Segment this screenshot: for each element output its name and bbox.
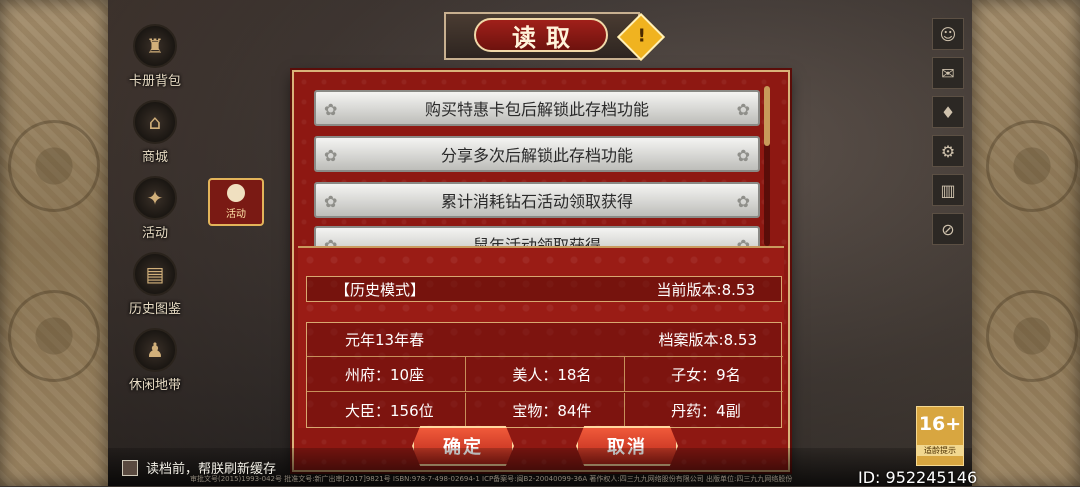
save-info-panel: 【历史模式】 当前版本:8.53 元年13年春 档案版本:8.53 州府：10座… [298,246,784,428]
save-slot-2[interactable]: ✿ 分享多次后解锁此存档功能 ✿ [314,136,760,172]
history-book-icon: ▤ [133,252,177,296]
save-version: 档案版本:8.53 [658,331,757,349]
dragon-emblem-icon [8,120,100,212]
cloud-ornament-icon: ✿ [324,236,338,246]
left-decor-panel [0,0,114,486]
stat-cell: 丹药：4副 [624,393,783,427]
save-slot-list[interactable]: ✿ 购买特惠卡包后解锁此存档功能 ✿ ✿ 分享多次后解锁此存档功能 ✿ ✿ 累计… [294,72,788,246]
hide-icon[interactable]: ⊘ [932,213,964,245]
leisure-icon: ♟ [133,328,177,372]
age-rating-badge[interactable]: 16+ 适龄提示 [916,406,964,466]
cloud-ornament-icon: ✿ [736,100,750,119]
cloud-ornament-icon: ✿ [736,146,750,165]
menu-item-history[interactable]: ▤ 历史图鉴 [110,252,200,317]
gift-icon[interactable]: ▥ [932,174,964,206]
menu-item-shop[interactable]: ⌂ 商城 [110,100,200,165]
save-slot-4[interactable]: ✿ 鼠年活动领取获得 ✿ [314,226,760,246]
table-row: 大臣：156位 宝物：84件 丹药：4副 [307,393,783,427]
legal-fine-print: 审批文号(2015)1993-042号 批准文号:新广出审[2017]9821号… [190,475,793,483]
stat-cell: 州府：10座 [345,365,425,384]
current-version: 当前版本:8.53 [656,280,755,299]
dragon-emblem-icon [8,290,100,382]
card-pack-icon: ♜ [133,24,177,68]
table-row: 州府：10座 美人：18名 子女：9名 [307,357,783,392]
save-date: 元年13年春 [345,331,425,349]
title-plate: 读取 [444,12,640,60]
event-icon: ✦ [133,176,177,220]
cloud-ornament-icon: ✿ [324,192,338,211]
cloud-ornament-icon: ✿ [324,100,338,119]
stat-cell: 大臣：156位 [345,401,434,420]
stat-cell: 子女：9名 [624,357,783,391]
user-id: ID: 952245146 [858,468,978,487]
page-title: 读取 [474,18,608,52]
save-details-table: 元年13年春 档案版本:8.53 州府：10座 美人：18名 子女：9名 大臣：… [306,322,783,428]
settings-gear-icon[interactable]: ⚙ [932,135,964,167]
stat-cell: 宝物：84件 [465,393,624,427]
event-tab[interactable]: 活动 [208,178,264,226]
user-icon[interactable]: ☺ [932,18,964,50]
event-tab-icon [227,184,245,202]
notice-icon[interactable]: ♦ [932,96,964,128]
menu-item-card-pack[interactable]: ♜ 卡册背包 [110,24,200,89]
mode-label: 【历史模式】 [335,280,426,299]
menu-item-event[interactable]: ✦ 活动 [110,176,200,241]
stat-cell: 美人：18名 [465,357,624,391]
cloud-ornament-icon: ✿ [736,236,750,246]
shop-icon: ⌂ [133,100,177,144]
scroll-thumb[interactable] [764,86,770,146]
right-icon-bar: ☺ ✉ ♦ ⚙ ▥ ⊘ [932,18,964,252]
menu-item-leisure[interactable]: ♟ 休闲地带 [110,328,200,393]
save-slot-3[interactable]: ✿ 累计消耗钻石活动领取获得 ✿ [314,182,760,218]
cloud-ornament-icon: ✿ [324,146,338,165]
right-decor-panel [966,0,1080,486]
slot-scrollbar[interactable] [764,86,770,246]
save-slot-1[interactable]: ✿ 购买特惠卡包后解锁此存档功能 ✿ [314,90,760,126]
load-dialog: ✿ 购买特惠卡包后解锁此存档功能 ✿ ✿ 分享多次后解锁此存档功能 ✿ ✿ 累计… [292,70,790,472]
refresh-checkbox[interactable] [122,459,138,476]
mode-bar: 【历史模式】 当前版本:8.53 [306,276,782,302]
dragon-emblem-icon [986,290,1078,382]
mail-icon[interactable]: ✉ [932,57,964,89]
dragon-emblem-icon [986,120,1078,212]
cloud-ornament-icon: ✿ [736,192,750,211]
table-row: 元年13年春 档案版本:8.53 [307,323,783,357]
